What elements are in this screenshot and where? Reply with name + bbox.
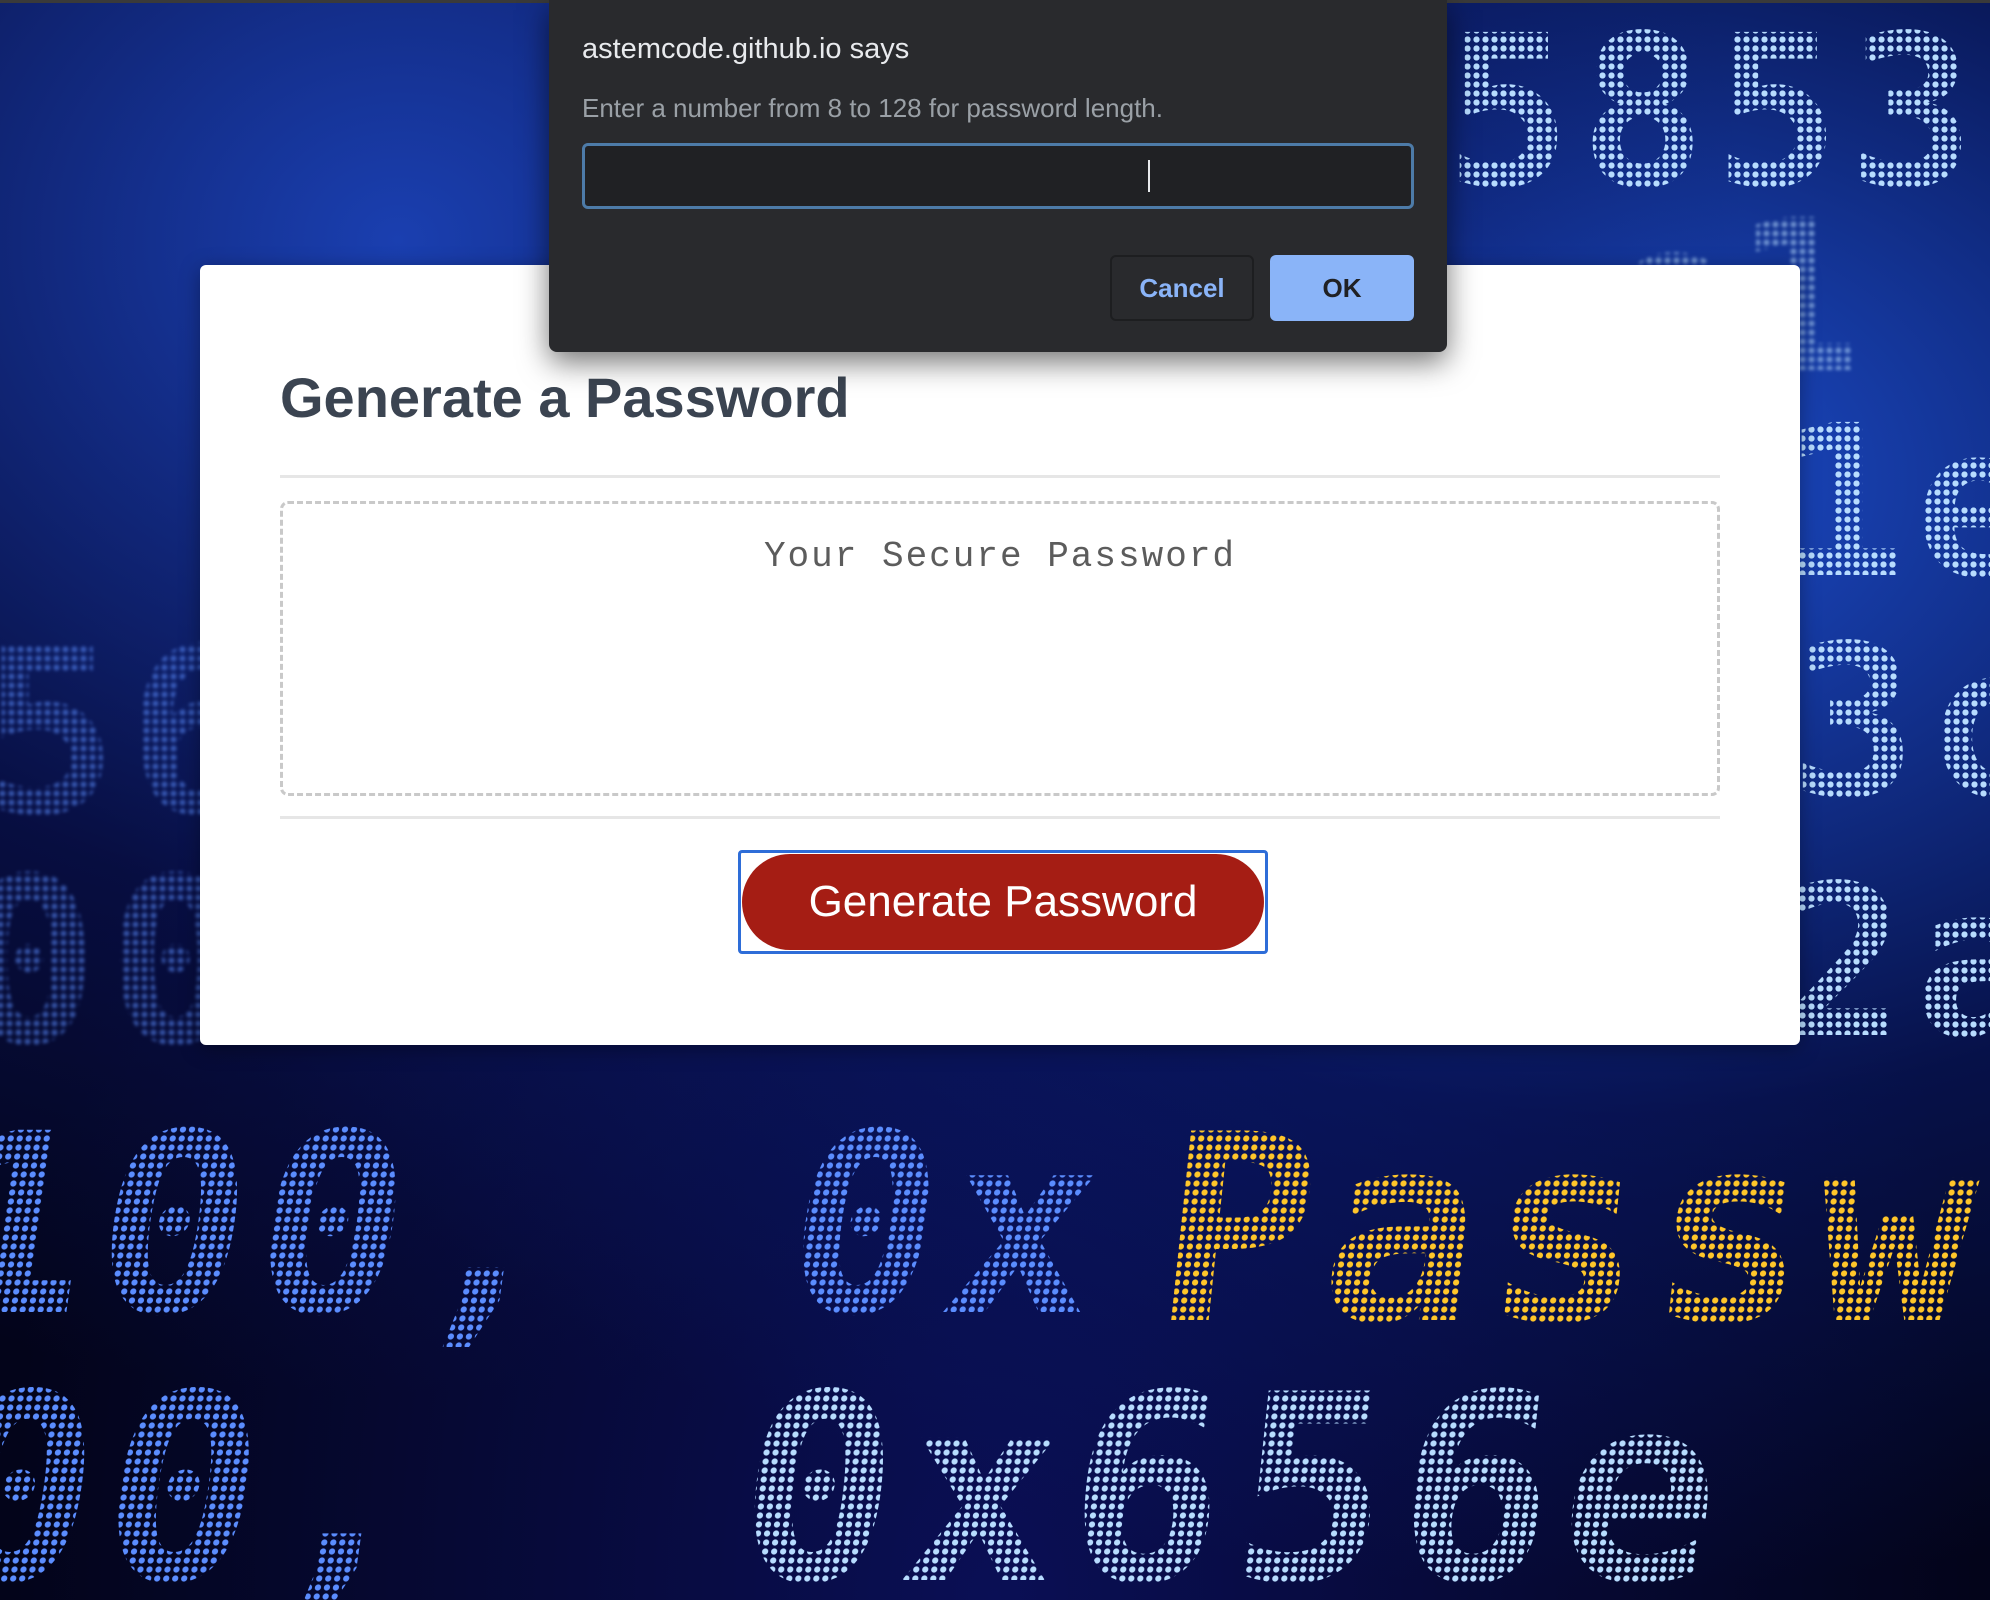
ok-button[interactable]: OK [1270, 255, 1414, 321]
password-generator-card: Generate a Password Generate Password [200, 265, 1800, 1045]
dialog-title: astemcode.github.io says [582, 33, 910, 65]
header-divider [280, 475, 1720, 478]
bg-glyph: 3c [1790, 600, 1990, 845]
bg-glyph: 2a [1780, 840, 1990, 1085]
text-caret [1148, 160, 1150, 192]
bg-glyph: 1e [1780, 380, 1990, 625]
bg-glyph: Passw [1144, 1080, 1990, 1382]
cancel-button[interactable]: Cancel [1110, 255, 1254, 321]
bg-glyph: 0x [769, 1080, 1128, 1371]
page-title: Generate a Password [280, 366, 850, 429]
footer-divider [280, 816, 1720, 819]
bg-glyph: 00, [0, 1340, 455, 1600]
bg-glyph: 0x656e [724, 1340, 1743, 1600]
prompt-dialog: astemcode.github.io says Enter a number … [549, 0, 1447, 352]
generate-password-button[interactable]: Generate Password [742, 854, 1264, 950]
dialog-message: Enter a number from 8 to 128 for passwor… [582, 93, 1163, 123]
password-output[interactable] [280, 501, 1720, 796]
password-length-input[interactable] [582, 143, 1414, 209]
bg-glyph: 100, [0, 1080, 595, 1371]
